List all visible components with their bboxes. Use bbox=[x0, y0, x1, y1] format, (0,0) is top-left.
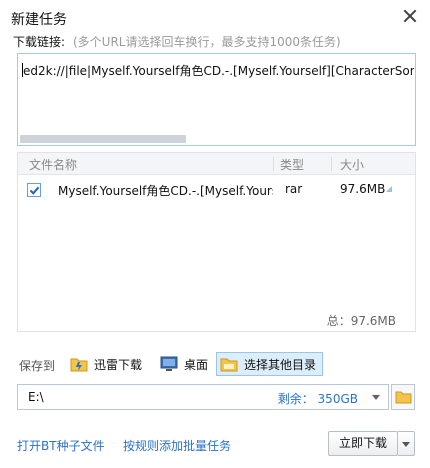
save-option-thunder[interactable]: 迅雷下载 bbox=[70, 352, 142, 376]
size-corner-icon bbox=[386, 186, 392, 192]
save-to-label: 保存到 bbox=[19, 359, 56, 373]
save-path-input[interactable]: E:\ 剩余： 350GB bbox=[17, 384, 389, 410]
batch-task-link[interactable]: 按规则添加批量任务 bbox=[123, 437, 231, 454]
total-size: 总：97.6MB bbox=[326, 314, 396, 328]
save-option-other-directory[interactable]: 选择其他目录 bbox=[216, 352, 324, 376]
download-now-button[interactable]: 立即下载 bbox=[328, 431, 398, 456]
thunder-folder-icon bbox=[70, 358, 88, 372]
close-button[interactable] bbox=[402, 8, 418, 24]
column-header-name[interactable]: 文件名称 bbox=[29, 156, 77, 173]
file-checkbox[interactable] bbox=[27, 183, 41, 197]
file-type: rar bbox=[285, 182, 303, 196]
checkmark-icon bbox=[29, 186, 40, 195]
save-option-desktop[interactable]: 桌面 bbox=[160, 352, 208, 376]
save-option-label: 桌面 bbox=[184, 357, 209, 372]
download-options-dropdown[interactable] bbox=[398, 431, 415, 456]
url-text-line[interactable]: ed2k://|file|Myself.Yourself角色CD.-.[Myse… bbox=[22, 63, 414, 79]
browse-folder-button[interactable] bbox=[391, 384, 415, 410]
scrollbar-thumb[interactable] bbox=[20, 135, 186, 143]
title-bar: 新建任务 bbox=[0, 0, 430, 32]
save-option-label: 迅雷下载 bbox=[94, 357, 143, 372]
file-size: 97.6MB bbox=[340, 182, 386, 196]
column-header-size[interactable]: 大小 bbox=[340, 156, 364, 173]
url-value: ed2k://|file|Myself.Yourself角色CD.-.[Myse… bbox=[23, 64, 414, 78]
column-divider[interactable] bbox=[331, 157, 332, 171]
desktop-icon bbox=[160, 356, 178, 371]
free-space: 剩余： 350GB bbox=[277, 392, 358, 406]
column-divider[interactable] bbox=[273, 157, 274, 171]
open-bt-file-link[interactable]: 打开BT种子文件 bbox=[17, 437, 105, 454]
horizontal-scrollbar[interactable] bbox=[20, 135, 413, 143]
dialog-title: 新建任务 bbox=[11, 12, 67, 28]
download-link-hint: (多个URL请选择回车换行，最多支持1000条任务) bbox=[73, 35, 341, 49]
column-header-type[interactable]: 类型 bbox=[280, 156, 304, 173]
save-option-label: 选择其他目录 bbox=[244, 357, 317, 372]
file-row[interactable]: Myself.Yourself角色CD.-.[Myself.Yourself] … bbox=[18, 177, 415, 203]
save-location-row: 保存到 迅雷下载 桌面 选择其他目录 bbox=[0, 348, 430, 376]
close-icon bbox=[403, 9, 417, 23]
save-path-value: E:\ bbox=[28, 390, 44, 404]
file-list: 文件名称 类型 大小 Myself.Yourself角色CD.-.[Myself… bbox=[17, 152, 416, 332]
download-link-label: 下载链接: bbox=[13, 35, 66, 49]
file-name: Myself.Yourself角色CD.-.[Myself.Yourself] bbox=[58, 184, 273, 198]
folder-icon bbox=[220, 358, 238, 372]
url-input[interactable]: ed2k://|file|Myself.Yourself角色CD.-.[Myse… bbox=[17, 53, 416, 146]
file-list-header: 文件名称 类型 大小 bbox=[18, 153, 415, 175]
chevron-down-icon[interactable] bbox=[372, 395, 380, 400]
folder-icon bbox=[395, 391, 412, 404]
